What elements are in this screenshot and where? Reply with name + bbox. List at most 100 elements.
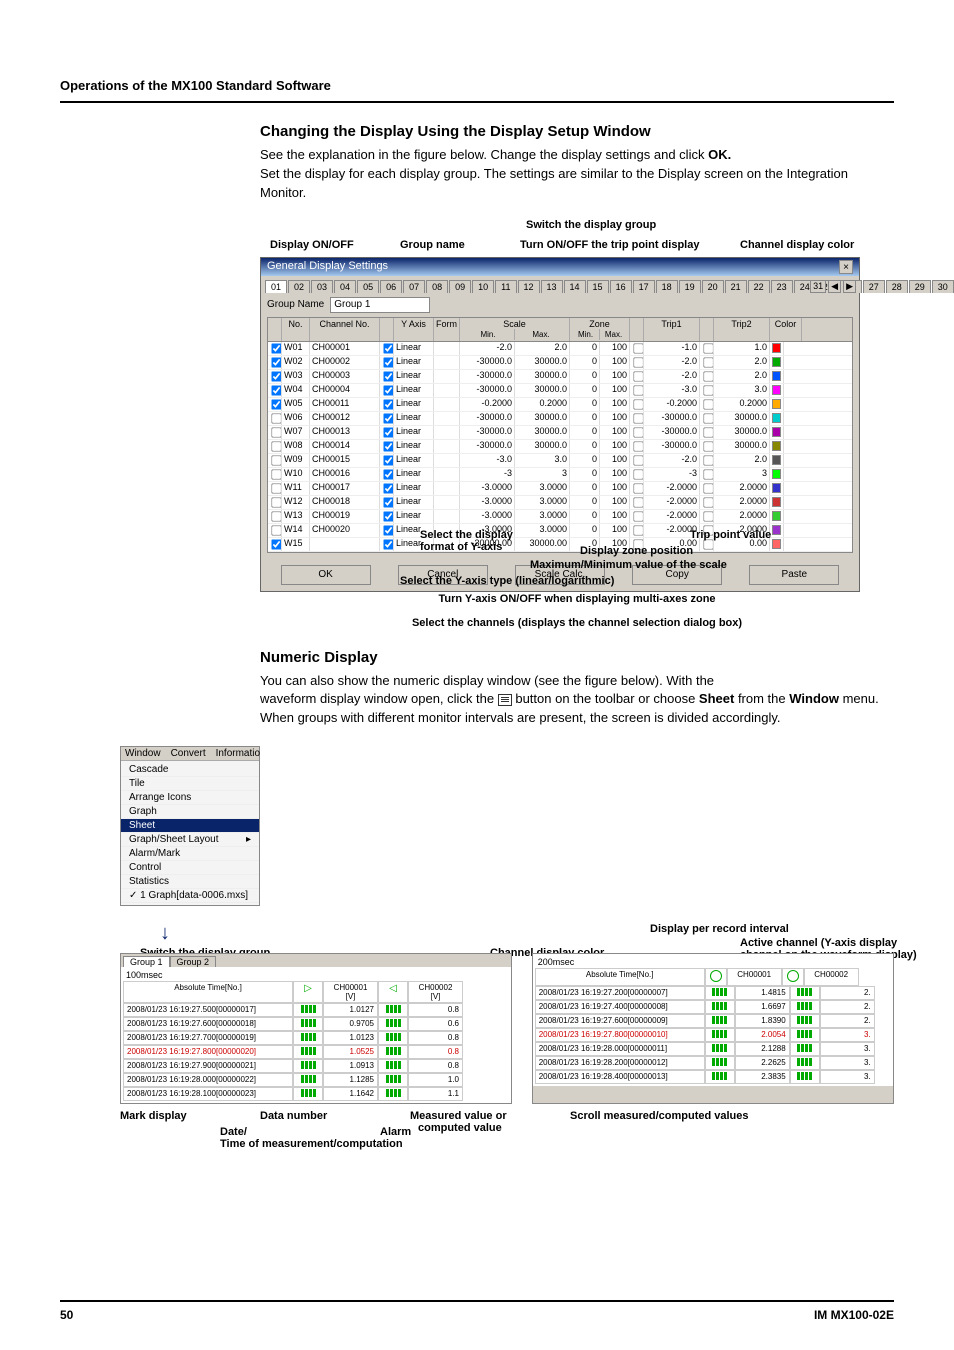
row-check[interactable] [268, 496, 282, 509]
sheet-row[interactable]: 2008/01/23 16:19:28.200[00000012]2.26253… [535, 1056, 891, 1070]
cell-zmax[interactable]: 100 [600, 398, 630, 411]
tab-group1[interactable]: Group 1 [123, 956, 170, 967]
cell-color[interactable] [770, 370, 784, 383]
trip1-check[interactable] [630, 412, 644, 425]
group-tab-14[interactable]: 14 [564, 280, 586, 293]
menu-item[interactable]: Arrange Icons [121, 791, 259, 805]
menu-item[interactable]: Control [121, 861, 259, 875]
table-row[interactable]: W02CH00002Linear-30000.030000.00100-2.02… [268, 356, 852, 370]
cell-zmax[interactable]: 100 [600, 412, 630, 425]
sheet-row[interactable]: 2008/01/23 16:19:27.700[00000019]1.01230… [123, 1031, 509, 1045]
cell-form[interactable]: Linear [394, 370, 434, 383]
cell-zmax[interactable]: 100 [600, 356, 630, 369]
table-row[interactable]: W08CH00014Linear-30000.030000.00100-3000… [268, 440, 852, 454]
cell-t1[interactable]: -0.2000 [644, 398, 700, 411]
row-check[interactable] [268, 468, 282, 481]
trip2-check[interactable] [700, 426, 714, 439]
cell-t1[interactable]: -2.0000 [644, 496, 700, 509]
cell-t1[interactable]: -2.0000 [644, 510, 700, 523]
cell-t2[interactable]: 2.0 [714, 356, 770, 369]
group-tab-18[interactable]: 18 [656, 280, 678, 293]
trip1-check[interactable] [630, 398, 644, 411]
yaxis-check[interactable] [380, 342, 394, 355]
paste-button[interactable]: Paste [749, 565, 839, 585]
nav-tri-l2[interactable]: ◁ [389, 983, 397, 994]
trip2-check[interactable] [700, 384, 714, 397]
table-row[interactable]: W04CH00004Linear-30000.030000.00100-3.03… [268, 384, 852, 398]
cell-ch[interactable]: CH00014 [310, 440, 380, 453]
cell-color[interactable] [770, 482, 784, 495]
trip2-check[interactable] [700, 398, 714, 411]
cell-color[interactable] [770, 440, 784, 453]
cell-smin[interactable]: -30000.0 [460, 426, 515, 439]
table-row[interactable]: W07CH00013Linear-30000.030000.00100-3000… [268, 426, 852, 440]
group-tab-11[interactable]: 11 [495, 280, 516, 293]
group-tab-05[interactable]: 05 [357, 280, 379, 293]
yaxis-check[interactable] [380, 398, 394, 411]
sheet-row[interactable]: 2008/01/23 16:19:27.400[00000008]1.66972… [535, 1000, 891, 1014]
cell-t2[interactable]: 1.0 [714, 342, 770, 355]
cell-smax[interactable]: 0.2000 [515, 398, 570, 411]
tab-group2[interactable]: Group 2 [170, 956, 217, 967]
cell-zmax[interactable]: 100 [600, 524, 630, 537]
cell-smax[interactable]: 3.0000 [515, 482, 570, 495]
sheet-row[interactable]: 2008/01/23 16:19:28.100[00000023]1.16421… [123, 1087, 509, 1101]
menu-item[interactable]: Cascade [121, 763, 259, 777]
cell-form[interactable]: Linear [394, 440, 434, 453]
trip2-check[interactable] [700, 370, 714, 383]
cell-zmax[interactable]: 100 [600, 510, 630, 523]
trip2-check[interactable] [700, 356, 714, 369]
yaxis-check[interactable] [380, 496, 394, 509]
cell-form-icon[interactable] [434, 510, 460, 523]
menu-bar-item[interactable]: Convert [171, 748, 206, 759]
cell-smax[interactable]: 3.0 [515, 454, 570, 467]
close-icon[interactable]: × [839, 260, 853, 274]
sheet-row[interactable]: 2008/01/23 16:19:28.000[00000022]1.12851… [123, 1073, 509, 1087]
cell-ch[interactable]: CH00012 [310, 412, 380, 425]
cell-form-icon[interactable] [434, 482, 460, 495]
group-tab-21[interactable]: 21 [725, 280, 747, 293]
trip1-check[interactable] [630, 342, 644, 355]
cell-smin[interactable]: -2.0 [460, 342, 515, 355]
group-tab-09[interactable]: 09 [449, 280, 471, 293]
groupname-input[interactable] [330, 297, 430, 313]
sheet-row[interactable]: 2008/01/23 16:19:27.600[00000009]1.83902… [535, 1014, 891, 1028]
cell-smin[interactable]: -3.0000 [460, 482, 515, 495]
row-check[interactable] [268, 440, 282, 453]
trip1-check[interactable] [630, 440, 644, 453]
table-row[interactable]: W06CH00012Linear-30000.030000.00100-3000… [268, 412, 852, 426]
sheet-row[interactable]: 2008/01/23 16:19:27.900[00000021]1.09130… [123, 1059, 509, 1073]
trip2-check[interactable] [700, 454, 714, 467]
cell-t1[interactable]: -3.0 [644, 384, 700, 397]
cell-smin[interactable]: -0.2000 [460, 398, 515, 411]
row-check[interactable] [268, 356, 282, 369]
row-check[interactable] [268, 426, 282, 439]
yaxis-check[interactable] [380, 482, 394, 495]
cell-t1[interactable]: -2.0000 [644, 482, 700, 495]
cell-form[interactable]: Linear [394, 356, 434, 369]
cell-t2[interactable]: 3.0 [714, 384, 770, 397]
cell-t2[interactable]: 30000.0 [714, 412, 770, 425]
row-check[interactable] [268, 412, 282, 425]
cell-smin[interactable]: -30000.0 [460, 370, 515, 383]
cell-t2[interactable]: 3 [714, 468, 770, 481]
trip2-check[interactable] [700, 468, 714, 481]
cell-color[interactable] [770, 384, 784, 397]
cell-form[interactable]: Linear [394, 412, 434, 425]
cell-ch[interactable] [310, 538, 380, 551]
cell-form[interactable]: Linear [394, 482, 434, 495]
cell-form[interactable]: Linear [394, 496, 434, 509]
cell-smax[interactable]: 30000.0 [515, 440, 570, 453]
menu-item[interactable]: Graph/Sheet Layout ▸ [121, 833, 259, 847]
cell-t1[interactable]: -2.0 [644, 370, 700, 383]
cell-zmax[interactable]: 100 [600, 496, 630, 509]
cell-color[interactable] [770, 524, 784, 537]
table-row[interactable]: W09CH00015Linear-3.03.00100-2.02.0 [268, 454, 852, 468]
group-tab-29[interactable]: 29 [909, 280, 931, 293]
cell-ch[interactable]: CH00002 [310, 356, 380, 369]
group-tab-10[interactable]: 10 [472, 280, 494, 293]
cell-ch[interactable]: CH00017 [310, 482, 380, 495]
cell-smax[interactable]: 30000.0 [515, 412, 570, 425]
trip1-check[interactable] [630, 454, 644, 467]
group-tab-06[interactable]: 06 [380, 280, 402, 293]
